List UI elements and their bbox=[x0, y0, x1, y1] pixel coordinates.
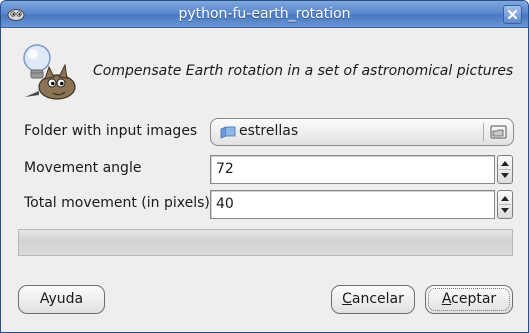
title-bar[interactable]: python-fu-earth_rotation bbox=[1, 1, 528, 28]
total-decrement-icon[interactable] bbox=[501, 208, 509, 213]
folder-label: Folder with input images bbox=[24, 123, 198, 139]
angle-decrement-icon[interactable] bbox=[501, 173, 509, 178]
total-increment-icon[interactable] bbox=[501, 196, 509, 201]
window-menu-icon[interactable] bbox=[7, 6, 25, 22]
window-title: python-fu-earth_rotation bbox=[178, 6, 351, 22]
angle-label: Movement angle bbox=[24, 160, 142, 176]
angle-spin-buttons[interactable] bbox=[497, 155, 513, 184]
total-movement-label: Total movement (in pixels) bbox=[24, 195, 210, 211]
progress-bar bbox=[18, 229, 513, 256]
close-icon[interactable] bbox=[503, 5, 522, 24]
open-folder-icon bbox=[490, 124, 507, 140]
plugin-description: Compensate Earth rotation in a set of as… bbox=[93, 63, 514, 79]
gimp-wilber-lightbulb-icon bbox=[19, 41, 81, 103]
accept-button[interactable]: Aceptar bbox=[425, 285, 513, 314]
accept-label-rest: ceptar bbox=[451, 291, 497, 307]
dialog-window: python-fu-earth_rotation Compensate Eart… bbox=[0, 0, 529, 333]
angle-increment-icon[interactable] bbox=[501, 161, 509, 166]
cancel-button[interactable]: Cancelar bbox=[331, 285, 415, 314]
spin-divider bbox=[499, 204, 511, 205]
folder-separator bbox=[483, 123, 484, 141]
cancel-mnemonic: C bbox=[342, 291, 352, 307]
cancel-label-rest: ancelar bbox=[351, 291, 404, 307]
help-button[interactable]: Ayuda bbox=[18, 285, 105, 314]
folder-value: estrellas bbox=[239, 123, 299, 139]
angle-input[interactable]: 72 bbox=[210, 155, 495, 184]
total-movement-spin-buttons[interactable] bbox=[497, 190, 513, 219]
accept-mnemonic: A bbox=[441, 291, 452, 307]
spin-divider bbox=[499, 169, 511, 170]
total-movement-input[interactable]: 40 bbox=[210, 190, 495, 219]
folder-icon bbox=[220, 126, 236, 139]
folder-chooser-button[interactable]: estrellas bbox=[210, 118, 514, 146]
